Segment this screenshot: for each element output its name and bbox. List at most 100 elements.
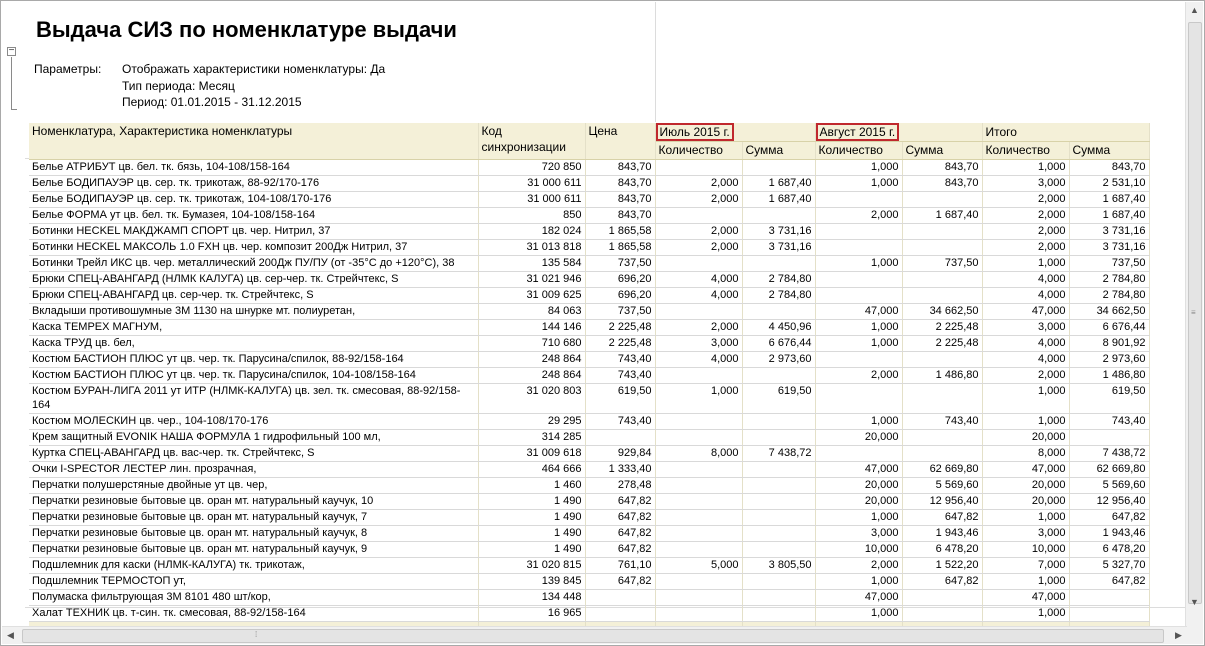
cell-code: 31 009 625 [478,287,586,304]
cell-august-sum: 6 478,20 [902,541,983,558]
table-row[interactable]: Белье ФОРМА ут цв. бел. тк. Бумазея, 104… [29,207,1150,224]
table-row[interactable]: Брюки СПЕЦ-АВАНГАРД (НЛМК КАЛУГА) цв. се… [29,271,1150,288]
table-body: Белье АТРИБУТ цв. бел. тк. бязь, 104-108… [29,159,1150,622]
cell-total-sum [1069,605,1150,622]
cell-august-sum [902,589,983,606]
period-july-highlight: Июль 2015 г. [655,123,734,141]
table-row[interactable]: Полумаска фильтрующая 3М 8101 480 шт/кор… [29,589,1150,606]
grid-line [655,2,656,122]
column-header-total[interactable]: Итого [982,123,1150,142]
cell-july-qty [655,589,743,606]
cell-august-sum: 62 669,80 [902,461,983,478]
cell-total-sum: 2 784,80 [1069,287,1150,304]
cell-august-qty: 1,000 [815,573,903,590]
table-row[interactable]: Каска ТРУД цв. бел, 710 680 2 225,48 3,000 6… [29,335,1150,352]
cell-price: 647,82 [585,541,656,558]
cell-total-qty: 20,000 [982,493,1070,510]
cell-july-qty [655,159,743,176]
table-row[interactable]: Подшлемник для каски (НЛМК-КАЛУГА) тк. т… [29,557,1150,574]
cell-price: 843,70 [585,207,656,224]
cell-august-sum [902,429,983,446]
table-row[interactable]: Костюм МОЛЕСКИН цв. чер., 104-108/170-17… [29,413,1150,430]
table-row[interactable]: Костюм БАСТИОН ПЛЮС ут цв. чер. тк. Пару… [29,367,1150,384]
cell-july-sum: 4 450,96 [742,319,816,336]
column-header-sum[interactable]: Сумма [902,141,983,160]
cell-code: 31 020 803 [478,383,586,414]
collapse-group-icon[interactable]: − [7,46,16,56]
table-row[interactable]: Крем защитный EVONIK НАША ФОРМУЛА 1 гидр… [29,429,1150,446]
cell-nomenclature: Ботинки HECKEL МАКДЖАМП СПОРТ цв. чер. Н… [29,223,479,240]
cell-price: 1 865,58 [585,239,656,256]
cell-code: 720 850 [478,159,586,176]
column-header-sum[interactable]: Сумма [1069,141,1150,160]
table-row[interactable]: Куртка СПЕЦ-АВАНГАРД цв. вас-чер. тк. Ст… [29,445,1150,462]
table-row[interactable]: Перчатки резиновые бытовые цв. оран мт. … [29,493,1150,510]
column-header-price[interactable]: Цена [585,123,656,160]
column-header-nomenclature[interactable]: Номенклатура, Характеристика номенклатур… [29,123,479,160]
cell-july-sum: 7 438,72 [742,445,816,462]
cell-nomenclature: Перчатки резиновые бытовые цв. оран мт. … [29,525,479,542]
cell-price: 743,40 [585,351,656,368]
vertical-scroll-thumb[interactable]: ≡ [1188,22,1202,604]
cell-august-qty [815,223,903,240]
horizontal-scrollbar[interactable]: ◀ ⁞ ▶ [2,626,1187,644]
table-row[interactable]: Каска ТЕМРЕХ МАГНУМ, 144 146 2 225,48 2,000… [29,319,1150,336]
scroll-left-button[interactable]: ◀ [2,627,19,644]
cell-price: 696,20 [585,287,656,304]
cell-price: 2 225,48 [585,335,656,352]
cell-price: 761,10 [585,557,656,574]
cell-nomenclature: Очки I-SPECTOR ЛЕСТЕР лин. прозрачная, [29,461,479,478]
table-row[interactable]: Белье АТРИБУТ цв. бел. тк. бязь, 104-108… [29,159,1150,176]
cell-code: 29 295 [478,413,586,430]
parameters-label: Параметры: [34,62,102,76]
column-header-qty[interactable]: Количество [982,141,1070,160]
column-header-period-july[interactable]: Июль 2015 г. [655,123,816,142]
table-row[interactable]: Вкладыши противошумные 3М 1130 на шнурке… [29,303,1150,320]
cell-total-qty: 4,000 [982,351,1070,368]
table-row[interactable]: Подшлемник ТЕРМОСТОП ут, 139 845 647,82 1,0… [29,573,1150,590]
scroll-down-button[interactable]: ▼ [1186,594,1203,611]
cell-total-sum [1069,589,1150,606]
cell-code: 1 490 [478,541,586,558]
cell-nomenclature: Куртка СПЕЦ-АВАНГАРД цв. вас-чер. тк. Ст… [29,445,479,462]
cell-total-sum: 5 569,60 [1069,477,1150,494]
cell-july-qty: 2,000 [655,223,743,240]
horizontal-scroll-thumb[interactable]: ⁞ [22,629,1164,643]
table-row[interactable]: Ботинки HECKEL МАКСОЛЬ 1.0 FXH цв. чер. … [29,239,1150,256]
table-row[interactable]: Перчатки резиновые бытовые цв. оран мт. … [29,541,1150,558]
table-row[interactable]: Ботинки HECKEL МАКДЖАМП СПОРТ цв. чер. Н… [29,223,1150,240]
table-header: Номенклатура, Характеристика номенклатур… [29,123,1150,160]
scroll-right-button[interactable]: ▶ [1170,627,1187,644]
table-row[interactable]: Белье БОДИПАУЭР цв. сер. тк. трикотаж, 8… [29,175,1150,192]
column-header-code[interactable]: Код синхронизации [478,123,586,160]
scroll-up-button[interactable]: ▲ [1186,2,1203,19]
param-period-type: Тип периода: Месяц [122,79,235,93]
table-row[interactable]: Костюм БУРАН-ЛИГА 2011 ут ИТР (НЛМК-КАЛУ… [29,383,1150,414]
table-row[interactable]: Перчатки резиновые бытовые цв. оран мт. … [29,525,1150,542]
cell-total-sum: 7 438,72 [1069,445,1150,462]
column-header-sum[interactable]: Сумма [742,141,816,160]
table-row[interactable]: Перчатки полушерстяные двойные ут цв. че… [29,477,1150,494]
cell-july-qty [655,367,743,384]
table-row[interactable]: Халат ТЕХНИК цв. т-син. тк. смесовая, 88… [29,605,1150,622]
param-show-characteristics: Отображать характеристики номенклатуры: … [122,62,386,76]
table-row[interactable]: Перчатки резиновые бытовые цв. оран мт. … [29,509,1150,526]
cell-code: 182 024 [478,223,586,240]
column-header-qty[interactable]: Количество [815,141,903,160]
cell-july-qty: 1,000 [655,383,743,414]
cell-code: 464 666 [478,461,586,478]
table-row[interactable]: Брюки СПЕЦ-АВАНГАРД цв. сер-чер. тк. Стр… [29,287,1150,304]
column-header-period-august[interactable]: Август 2015 г. [815,123,983,142]
vertical-scrollbar[interactable]: ▲ ≡ ▼ [1185,2,1203,628]
table-row[interactable]: Ботинки Трейл ИКС цв. чер. металлический… [29,255,1150,272]
cell-july-qty: 2,000 [655,175,743,192]
cell-total-sum: 8 901,92 [1069,335,1150,352]
column-header-qty[interactable]: Количество [655,141,743,160]
cell-total-sum: 843,70 [1069,159,1150,176]
table-row[interactable]: Белье БОДИПАУЭР цв. сер. тк. трикотаж, 1… [29,191,1150,208]
cell-july-sum [742,605,816,622]
table-row[interactable]: Костюм БАСТИОН ПЛЮС ут цв. чер. тк. Пару… [29,351,1150,368]
table-row[interactable]: Очки I-SPECTOR ЛЕСТЕР лин. прозрачная, 46… [29,461,1150,478]
cell-july-qty [655,493,743,510]
cell-august-qty: 10,000 [815,541,903,558]
